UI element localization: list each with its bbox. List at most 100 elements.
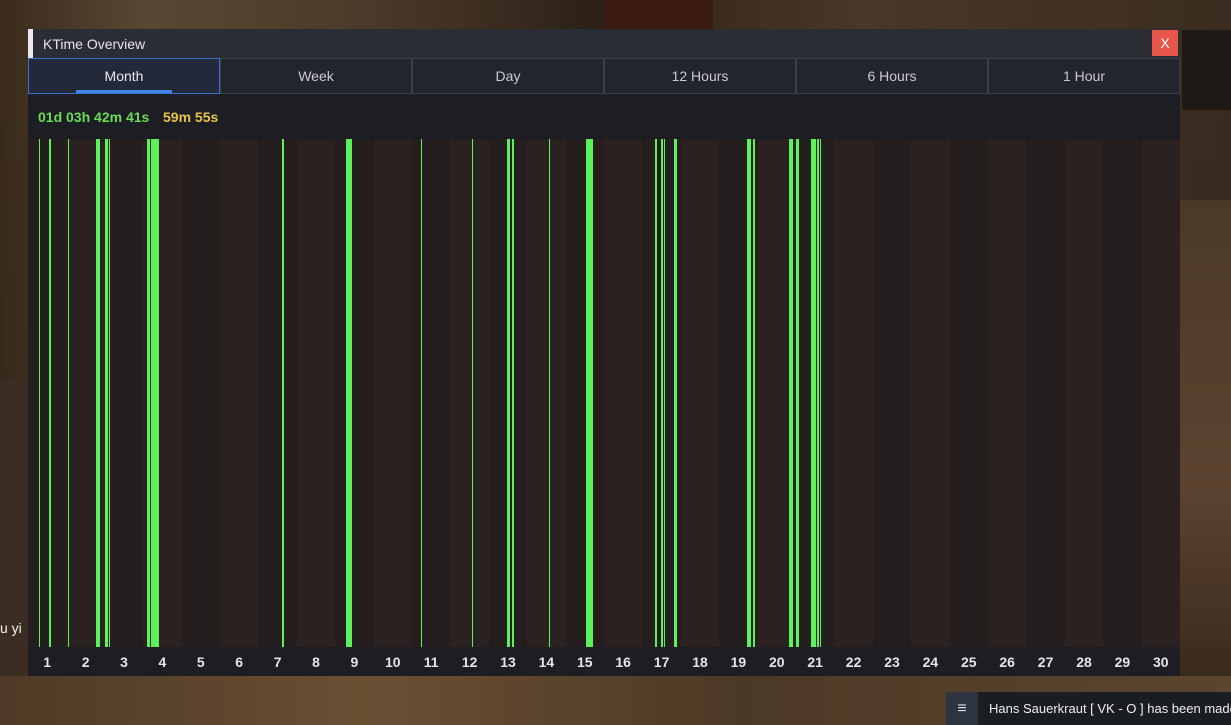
title-bar[interactable]: KTime Overview X <box>28 29 1180 58</box>
activity-bar <box>819 139 822 647</box>
day-column <box>911 139 950 647</box>
activity-bar <box>674 139 677 647</box>
day-label: 14 <box>538 654 555 670</box>
day-column <box>412 139 451 647</box>
day-column <box>181 139 220 647</box>
activity-bar <box>811 139 816 647</box>
day-column <box>604 139 643 647</box>
activity-bar <box>507 139 511 647</box>
day-column <box>988 139 1027 647</box>
activity-bar <box>471 139 474 647</box>
day-label: 16 <box>615 654 631 670</box>
notification-toast: ≡ Hans Sauerkraut [ VK - O ] has been ma… <box>946 692 1231 725</box>
chat-fragment: u yi <box>0 620 22 636</box>
time-stats: 01d 03h 42m 41s 59m 55s <box>28 95 1180 139</box>
day-column <box>1141 139 1180 647</box>
day-column <box>565 139 604 647</box>
tab-6-hours[interactable]: 6 Hours <box>796 58 988 94</box>
day-label: 21 <box>807 654 823 670</box>
activity-bar <box>746 139 752 647</box>
day-column <box>834 139 873 647</box>
background-door <box>603 0 713 30</box>
day-label: 10 <box>385 654 401 670</box>
activity-bar <box>796 139 800 647</box>
activity-bar <box>420 139 423 647</box>
activity-bar <box>660 139 663 647</box>
tab-day[interactable]: Day <box>412 58 604 94</box>
tab-12-hours[interactable]: 12 Hours <box>604 58 796 94</box>
total-time: 01d 03h 42m 41s <box>38 109 150 125</box>
day-label: 26 <box>999 654 1015 670</box>
notification-text: Hans Sauerkraut [ VK - O ] has been made <box>989 701 1231 716</box>
activity-bar <box>585 139 594 647</box>
day-column <box>104 139 144 647</box>
notification-icon: ≡ <box>946 692 978 725</box>
activity-bar <box>789 139 793 647</box>
activity-bar <box>108 139 111 647</box>
activity-bar <box>67 139 70 647</box>
day-label: 19 <box>730 654 747 670</box>
day-label: 8 <box>312 654 320 670</box>
day-column <box>296 139 336 647</box>
day-label: 22 <box>845 654 862 670</box>
activity-bar <box>105 139 108 647</box>
activity-chart <box>28 139 1180 647</box>
tab-label: Month <box>104 68 144 84</box>
day-label: 1 <box>43 654 52 670</box>
day-label: 5 <box>196 654 205 670</box>
day-column <box>872 139 912 647</box>
day-label: 13 <box>500 654 516 670</box>
day-label: 7 <box>273 654 282 670</box>
day-label: 17 <box>653 654 670 670</box>
day-column <box>949 139 988 647</box>
day-column <box>680 139 720 647</box>
day-label: 12 <box>461 654 478 670</box>
tab-label: 12 Hours <box>671 68 729 84</box>
day-label: 11 <box>423 654 439 670</box>
day-label: 3 <box>120 654 128 670</box>
day-column <box>527 139 566 647</box>
day-label: 28 <box>1076 654 1092 670</box>
tab-label: 6 Hours <box>867 68 917 84</box>
activity-bar <box>654 139 657 647</box>
activity-bar <box>548 139 551 647</box>
day-label: 2 <box>81 654 90 670</box>
close-button[interactable]: X <box>1152 30 1178 56</box>
day-label: 4 <box>158 654 167 670</box>
tab-label: Week <box>298 68 334 84</box>
day-column <box>258 139 297 647</box>
day-column <box>28 139 67 647</box>
range-tabs: Month Week Day 12 Hours 6 Hours 1 Hour <box>28 58 1180 94</box>
tab-1-hour[interactable]: 1 Hour <box>988 58 1180 94</box>
activity-bar <box>346 139 352 647</box>
background-crate <box>1182 30 1231 110</box>
activity-bar <box>38 139 41 647</box>
tab-week[interactable]: Week <box>220 58 412 94</box>
day-column <box>1026 139 1065 647</box>
day-column <box>1103 139 1142 647</box>
activity-bar <box>752 139 755 647</box>
day-label: 27 <box>1037 654 1054 670</box>
day-label: 18 <box>692 654 708 670</box>
tab-month[interactable]: Month <box>28 58 220 94</box>
day-column <box>450 139 489 647</box>
session-time: 59m 55s <box>163 109 219 125</box>
day-axis: 1 2 3 4 5 6 7 8 9 10 11 12 13 14 15 16 17 18 19 20 21 22 23 24 2… <box>28 647 1180 676</box>
day-label: 29 <box>1114 654 1131 670</box>
day-column <box>1064 139 1104 647</box>
day-label: 6 <box>235 654 244 670</box>
ktime-overview-window: KTime Overview X Month Week Day 12 Hours… <box>28 29 1180 676</box>
day-label: 23 <box>884 654 900 670</box>
day-column <box>220 139 259 647</box>
day-label: 15 <box>577 654 593 670</box>
activity-bar <box>282 139 284 647</box>
activity-bar <box>817 139 819 647</box>
day-label: 24 <box>922 654 939 670</box>
day-label: 20 <box>769 654 785 670</box>
day-label: 9 <box>350 654 359 670</box>
activity-bar <box>95 139 100 647</box>
activity-bar <box>663 139 666 647</box>
background-wall-right <box>1180 200 1231 680</box>
tab-label: Day <box>495 68 521 84</box>
activity-bar <box>49 139 52 647</box>
